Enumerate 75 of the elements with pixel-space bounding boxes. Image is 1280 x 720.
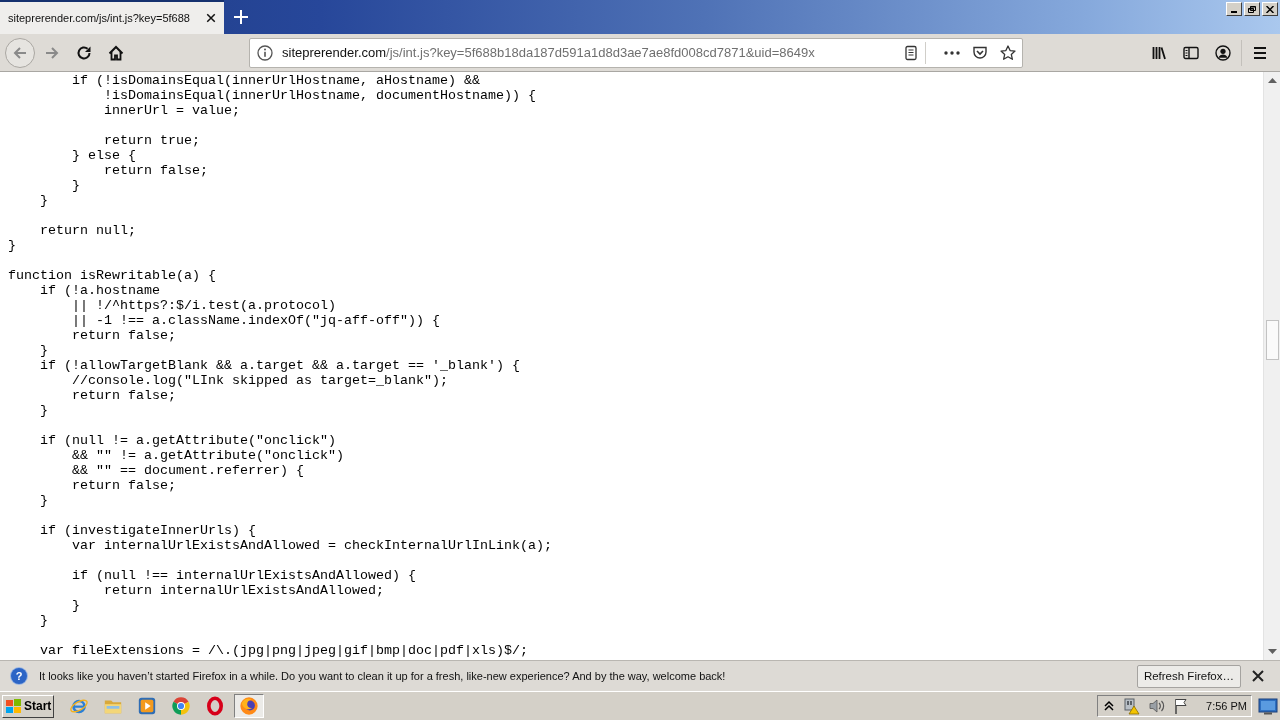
clock-text[interactable]: 7:56 PM <box>1206 700 1247 712</box>
code-line: innerUrl = value; <box>104 103 240 118</box>
code-line: } <box>40 493 48 508</box>
restore-icon <box>1248 5 1256 13</box>
close-icon[interactable] <box>206 13 216 23</box>
code-line: return null; <box>40 223 136 238</box>
up-arrow-icon[interactable] <box>1267 78 1277 83</box>
code-line: !isDomainsEqual(innerUrlHostname, documentHostname)) { <box>104 88 536 103</box>
browser-tab[interactable]: siteprerender.com/js/int.js?key=5f688 <box>0 0 224 34</box>
plus-icon[interactable] <box>234 10 248 24</box>
reload-icon[interactable] <box>76 44 92 61</box>
code-line: return internalUrlExistsAndAllowed; <box>104 583 384 598</box>
refresh-button[interactable]: Refresh Firefox… <box>1136 664 1241 688</box>
start-button[interactable]: Start <box>2 694 54 718</box>
account-icon[interactable] <box>1215 44 1231 61</box>
question-icon: ? <box>11 668 27 684</box>
code-line: || !/^https?:$/i.test(a.protocol) <box>72 298 336 313</box>
code-line: if (null !== internalUrlExistsAndAllowed) { <box>72 568 416 583</box>
code-line: var internalUrlExistsAndAllowed = checkInternalUrlInLink(a); <box>72 538 552 553</box>
library-icon[interactable] <box>1151 44 1167 61</box>
code-line: return false; <box>72 478 176 493</box>
code-line: } <box>72 598 80 613</box>
menu-icon[interactable] <box>1252 44 1268 61</box>
code-line: //console.log("LInk skipped as target=_blank"); <box>72 373 448 388</box>
pocket-icon[interactable] <box>972 44 988 61</box>
taskbar-button[interactable] <box>234 694 264 718</box>
code-line: } <box>40 403 48 418</box>
minimize-button[interactable] <box>1226 2 1242 16</box>
notification-message: It looks like you haven’t started Firefox in a while. Do you want to clean it up for a fresh, like-new experience? And by the way, welcome back! <box>39 670 726 682</box>
code-line: } <box>72 178 80 193</box>
monitor-icon[interactable] <box>1258 697 1278 715</box>
left-arrow-icon <box>12 44 28 61</box>
code-line: var fileExtensions = /\.(jpg|png|jpeg|gif|bmp|doc|pdf|xls)$/; <box>40 643 528 658</box>
code-line: } <box>40 193 48 208</box>
code-line: } <box>40 343 48 358</box>
ring-icon <box>205 696 225 716</box>
close-button[interactable] <box>1262 2 1278 16</box>
play-tile-icon <box>137 696 157 716</box>
double-chevron-icon[interactable] <box>1104 700 1115 712</box>
address-field[interactable]: siteprerender.com/js/int.js?key=5f688b18da187d591a1d8d3ae7ae8fd008cd7871&uid=8649x <box>249 37 1023 68</box>
sidebar-icon[interactable] <box>1183 44 1199 61</box>
code-line: && "" != a.getAttribute("onclick") <box>72 448 344 463</box>
restore-button[interactable] <box>1244 2 1260 16</box>
fox-globe-icon <box>239 696 259 716</box>
code-line: if (!allowTargetBlank && a.target && a.target == '_blank') { <box>40 358 520 373</box>
speaker-icon[interactable] <box>1148 698 1167 714</box>
reader-view-icon[interactable] <box>903 44 919 61</box>
flag-logo-icon <box>5 698 22 714</box>
flag-icon[interactable] <box>1174 698 1189 714</box>
down-arrow-icon[interactable] <box>1267 649 1277 654</box>
scrollbar[interactable] <box>1263 72 1280 660</box>
code-line: if (investigateInnerUrls) { <box>40 523 256 538</box>
code-line: return false; <box>104 163 208 178</box>
scrollbar-thumb[interactable] <box>1265 320 1279 360</box>
close-icon[interactable] <box>1252 670 1264 682</box>
url-text: siteprerender.com/js/int.js?key=5f688b18da187d591a1d8d3ae7ae8fd008cd7871&uid=8649x <box>282 45 815 60</box>
code-line: || -1 !== a.className.indexOf("jq-aff-off")) { <box>72 313 440 328</box>
star-icon[interactable] <box>1000 44 1016 61</box>
code-line: if (!isDomainsEqual(innerUrlHostname, aHostname) && <box>72 73 480 88</box>
code-line: } <box>8 238 16 253</box>
code-line: return false; <box>72 328 176 343</box>
segmented-ball-icon <box>171 696 191 716</box>
code-line: } else { <box>72 148 136 163</box>
more-icon[interactable] <box>944 50 960 55</box>
info-icon[interactable] <box>257 44 273 61</box>
network-warning-icon[interactable] <box>1122 697 1141 715</box>
code-line: if (!a.hostname <box>40 283 160 298</box>
code-line: return false; <box>72 388 176 403</box>
code-line: && "" == document.referrer) { <box>72 463 304 478</box>
code-line: } <box>40 613 48 628</box>
close-icon <box>1266 5 1274 13</box>
home-icon[interactable] <box>108 44 124 61</box>
code-line: if (null != a.getAttribute("onclick") <box>40 433 336 448</box>
code-line: function isRewritable(a) { <box>8 268 216 283</box>
code-line: return true; <box>104 133 200 148</box>
